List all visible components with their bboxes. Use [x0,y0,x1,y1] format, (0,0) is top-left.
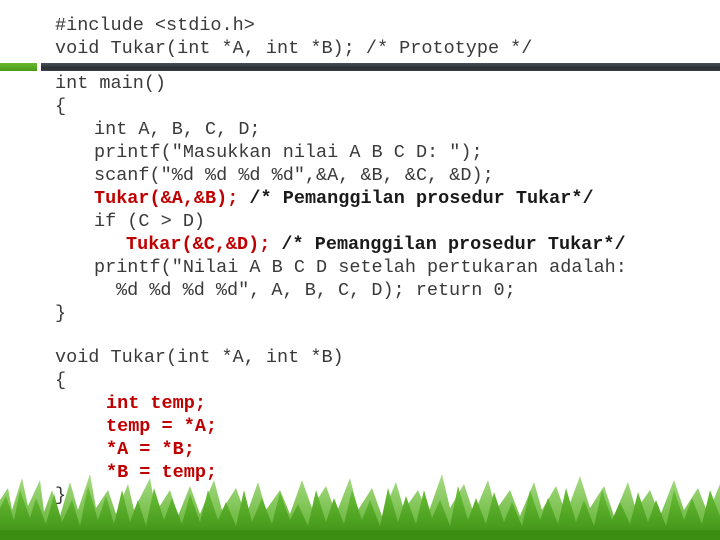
main-open-brace: { [55,96,67,117]
prototype-line: void Tukar(int *A, int *B); /* Prototype… [55,38,533,59]
main-if-stmt: if (C > D) [94,211,206,232]
main-decl: int A, B, C, D; [94,119,261,140]
tukar-open-brace: { [55,370,67,391]
main-call-tukar-cd: Tukar(&C,&D); /* Pemanggilan prosedur Tu… [126,233,626,256]
tukar-signature: void Tukar(int *A, int *B) [55,347,344,368]
main-printf-result-1: printf("Nilai A B C D setelah pertukaran… [94,257,627,278]
tukar-body-line: int temp; [106,393,206,414]
call-tukar-cd-code: Tukar(&C,&D); [126,234,271,255]
tukar-close-brace: } [55,485,67,506]
main-scanf: scanf("%d %d %d %d",&A, &B, &C, &D); [94,165,494,186]
main-printf-result-2: %d %d %d %d", A, B, C, D); return 0; [116,280,516,301]
main-printf-prompt: printf("Masukkan nilai A B C D: "); [94,142,483,163]
main-call-tukar-ab: Tukar(&A,&B); /* Pemanggilan prosedur Tu… [94,187,594,210]
include-line: #include <stdio.h> [55,15,255,36]
main-close-brace: } [55,303,67,324]
grass-decoration [0,474,720,540]
slide: #include <stdio.h> void Tukar(int *A, in… [0,0,720,540]
main-signature: int main() [55,73,167,94]
call-tukar-ab-code: Tukar(&A,&B); [94,188,239,209]
tukar-body-line: temp = *A; [106,416,218,437]
divider-accent-green [0,63,37,71]
call-tukar-ab-comment: /* Pemanggilan prosedur Tukar*/ [238,188,594,209]
divider-bar [41,63,720,71]
tukar-body-line: *A = *B; [106,439,195,460]
call-tukar-cd-comment: /* Pemanggilan prosedur Tukar*/ [270,234,626,255]
